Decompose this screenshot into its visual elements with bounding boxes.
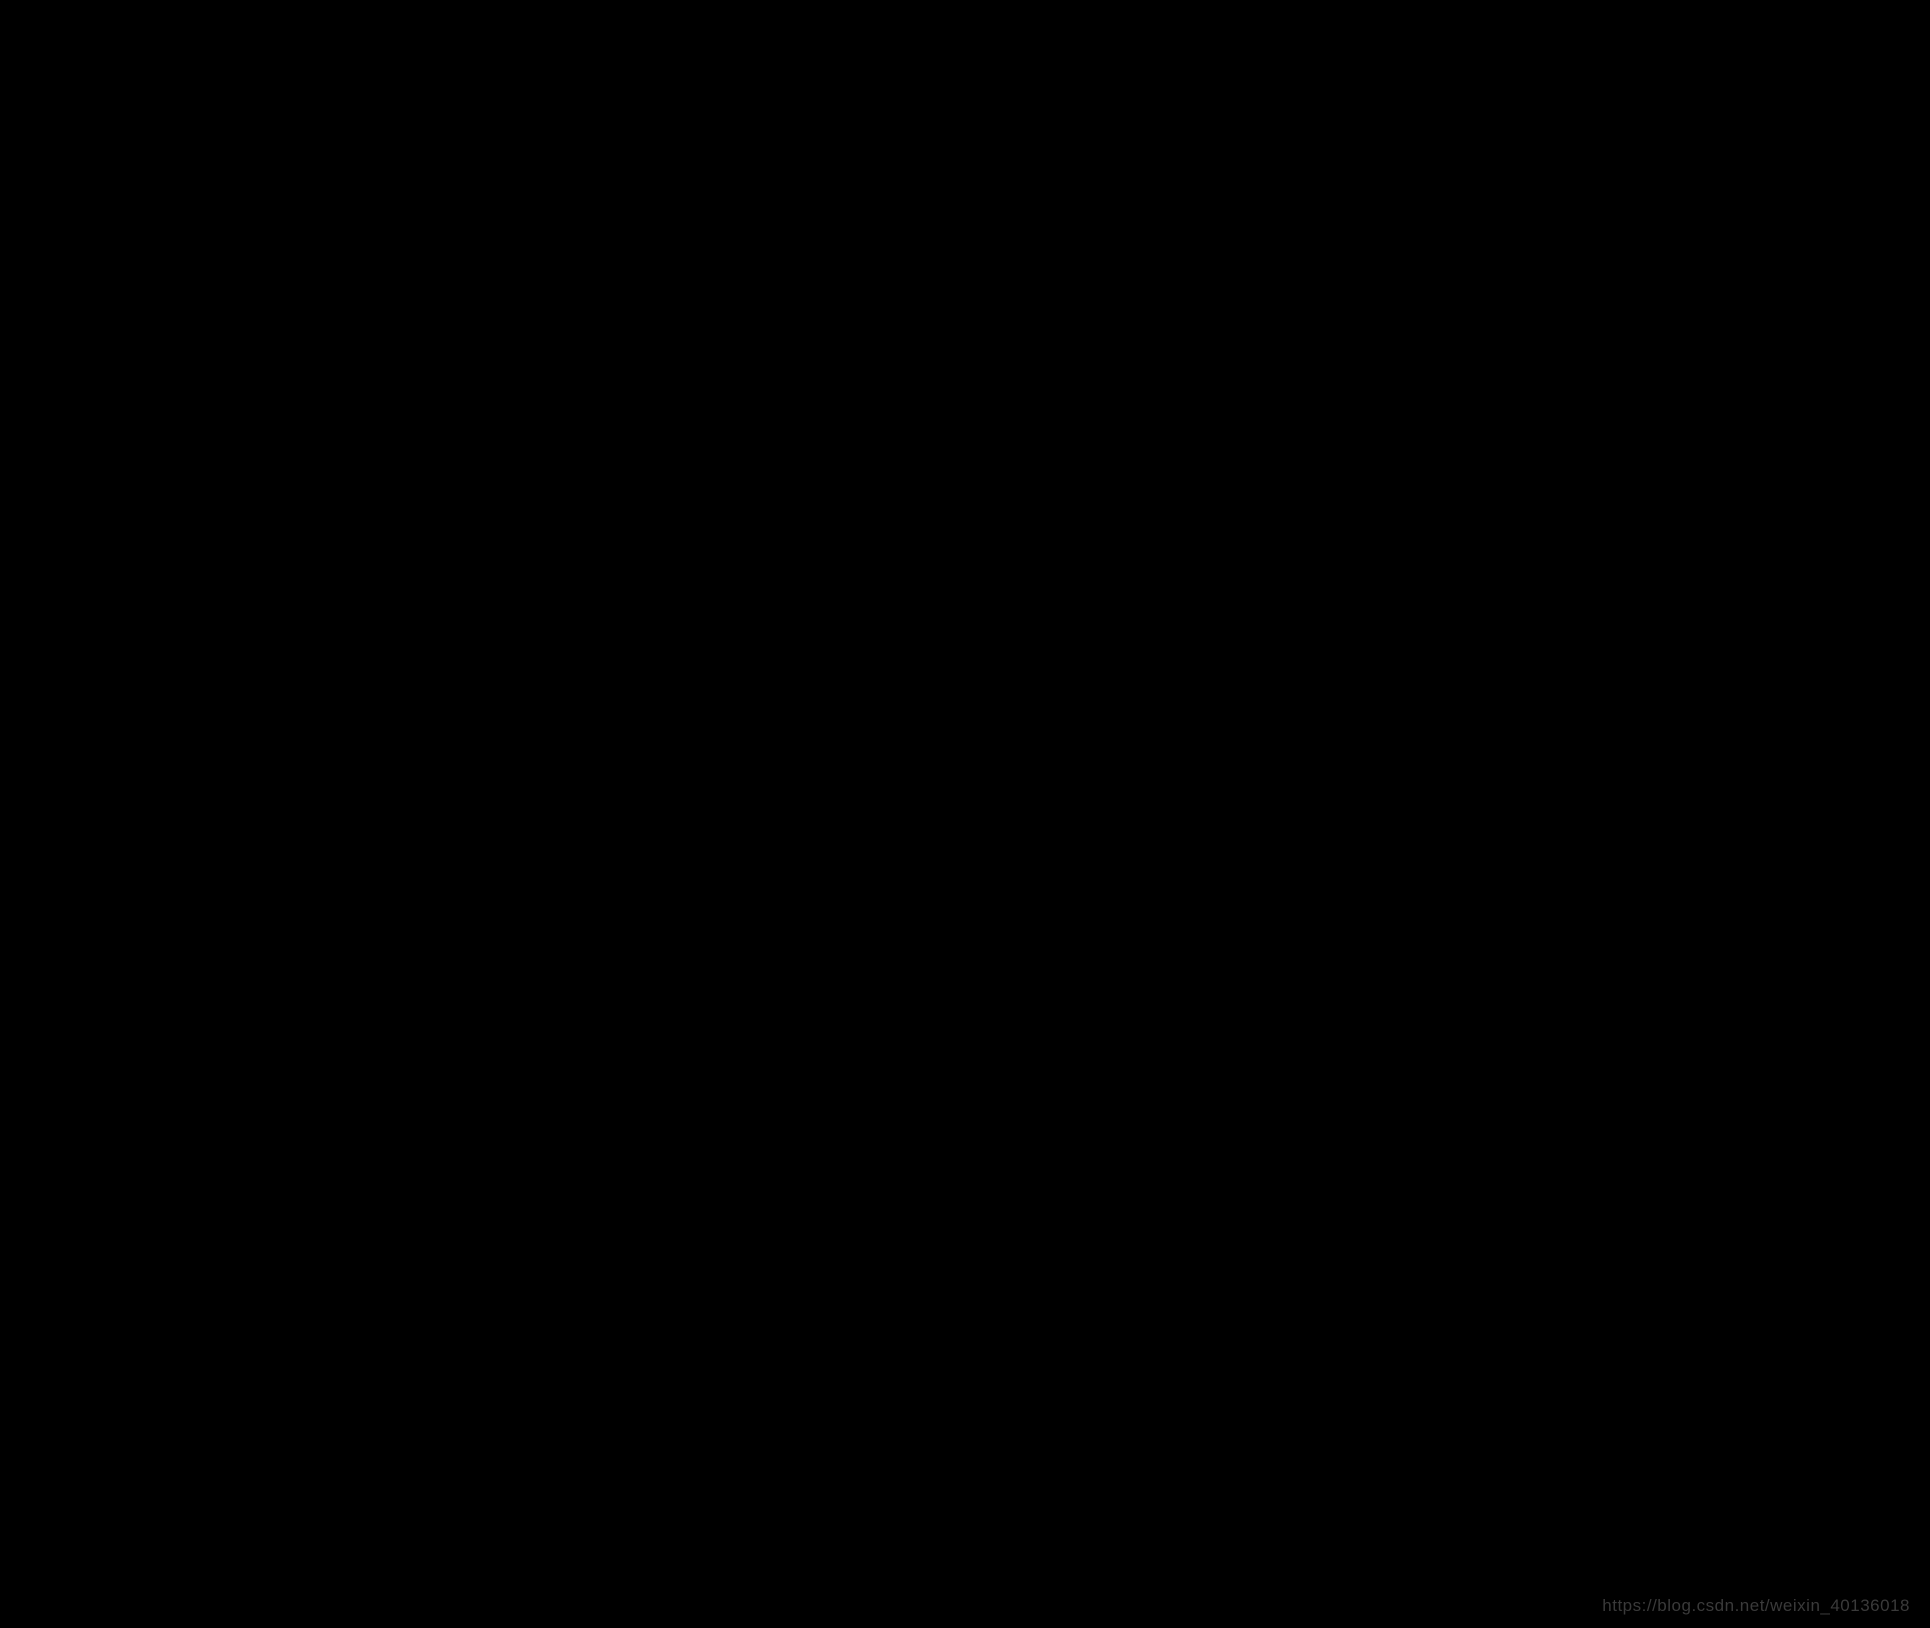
watermark-text: https://blog.csdn.net/weixin_40136018	[1602, 1593, 1910, 1619]
